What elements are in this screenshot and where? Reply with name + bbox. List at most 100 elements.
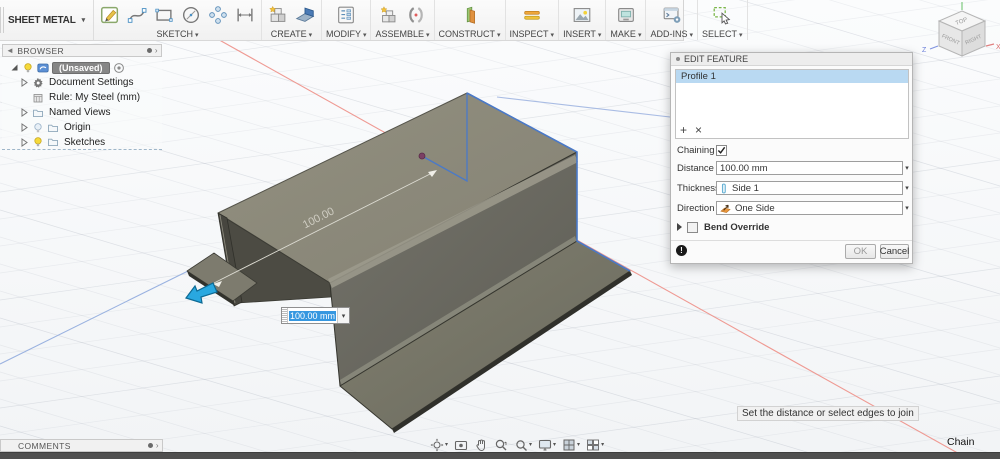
comments-panel: COMMENTS ›	[0, 439, 163, 452]
panel-expand-icon[interactable]: ›	[155, 46, 158, 55]
cancel-button[interactable]: Cancel	[880, 244, 909, 259]
toolbar-menu-insert[interactable]: INSERT	[563, 29, 601, 39]
browser-item-label[interactable]: Origin	[62, 122, 93, 133]
add-profile-button[interactable]: +	[680, 124, 687, 136]
display-settings-dropdown-icon[interactable]: ▾	[553, 441, 556, 448]
zoom-tool[interactable]	[492, 438, 510, 452]
three-d-print-icon[interactable]	[614, 3, 638, 27]
ok-button[interactable]: OK	[845, 244, 876, 259]
browser-item-label[interactable]: Sketches	[62, 137, 107, 148]
info-icon[interactable]: !	[676, 245, 687, 256]
select-cursor-icon[interactable]	[710, 3, 734, 27]
toolbar-menu-sketch[interactable]: SKETCH	[156, 29, 198, 39]
environment-switcher[interactable]: SHEET METAL	[4, 0, 94, 40]
dialog-title-bar[interactable]: EDIT FEATURE	[671, 53, 912, 66]
display-settings-tool[interactable]: ▾	[536, 438, 558, 452]
fit-point-spline-icon[interactable]	[125, 3, 149, 27]
toolbar-menu-construct[interactable]: CONSTRUCT	[439, 29, 501, 39]
comments-expand-icon[interactable]: ›	[156, 441, 159, 450]
browser-item-label[interactable]: (Unsaved)	[52, 61, 110, 74]
flange-icon[interactable]	[266, 3, 290, 27]
distance-input[interactable]: 100.00 mm	[716, 161, 903, 175]
center-circle-icon[interactable]	[179, 3, 203, 27]
browser-item-origin[interactable]: Origin	[2, 120, 162, 135]
toolbar-menu-modify[interactable]: MODIFY	[326, 29, 367, 39]
toolbar-group-insert: INSERT	[559, 0, 607, 40]
browser-header[interactable]: ◄ BROWSER ›	[2, 44, 162, 57]
construction-plane-icon[interactable]	[458, 3, 482, 27]
viewports-tool[interactable]: ▾	[584, 438, 606, 452]
direction-select[interactable]: One Side	[716, 201, 903, 215]
visibility-bulb-icon[interactable]	[32, 122, 44, 134]
folder-icon	[47, 122, 59, 134]
timeline-collapsed-strip[interactable]	[0, 452, 1000, 459]
expander-collapsed-icon[interactable]	[20, 123, 29, 132]
expander-expanded-icon[interactable]	[10, 63, 19, 72]
grid-display-tool[interactable]: ▾	[560, 438, 582, 452]
browser-item-document-settings[interactable]: Document Settings	[2, 75, 162, 90]
browser-item-label[interactable]: Document Settings	[47, 77, 136, 88]
comments-options-icon[interactable]	[147, 443, 153, 448]
toolbar-menu-select[interactable]: SELECT	[702, 29, 743, 39]
browser-item-named-views[interactable]: Named Views	[2, 105, 162, 120]
canvas-distance-input[interactable]: 100.00 mm ▾	[281, 307, 350, 324]
look-at-tool[interactable]	[452, 438, 470, 452]
measure-icon[interactable]	[520, 3, 544, 27]
orbit-dropdown-icon[interactable]: ▾	[445, 441, 448, 448]
browser-item-label[interactable]: Named Views	[47, 107, 113, 118]
scripts-addins-icon[interactable]	[660, 3, 684, 27]
distance-value-text[interactable]: 100.00 mm	[288, 310, 337, 321]
visibility-bulb-icon[interactable]	[22, 62, 34, 74]
expander-collapsed-icon[interactable]	[20, 137, 29, 147]
toolbar-menu-assemble[interactable]: ASSEMBLE	[375, 29, 429, 39]
create-sketch-icon[interactable]	[98, 3, 122, 27]
expander-collapsed-icon[interactable]	[20, 108, 29, 117]
dialog-divider	[671, 240, 912, 241]
profile-list-item[interactable]: Profile 1	[676, 70, 908, 83]
new-component-icon[interactable]	[377, 3, 401, 27]
modify-form-icon[interactable]	[334, 3, 358, 27]
bend-icon[interactable]	[293, 3, 317, 27]
toolbar-menu-inspect[interactable]: INSPECT	[510, 29, 555, 39]
collapse-panel-icon[interactable]: ◄	[6, 46, 14, 55]
expander-collapsed-icon[interactable]	[20, 78, 29, 87]
toolbar-menu-create[interactable]: CREATE	[271, 29, 312, 39]
thickness-dropdown-icon[interactable]: ▾	[902, 184, 912, 192]
two-point-rectangle-icon[interactable]	[152, 3, 176, 27]
activate-radio-icon[interactable]	[113, 62, 125, 74]
toolbar-menu-add-ins[interactable]: ADD-INS	[650, 29, 693, 39]
thickness-select[interactable]: Side 1	[716, 181, 903, 195]
distance-dropdown-icon[interactable]: ▾	[902, 164, 912, 172]
visibility-bulb-icon[interactable]	[32, 136, 44, 148]
fit-tool[interactable]: ▾	[512, 438, 534, 452]
z-axis-line-left	[0, 270, 189, 365]
distance-input-dropdown-icon[interactable]: ▾	[337, 308, 349, 323]
toolbar-menu-make[interactable]: MAKE	[610, 29, 641, 39]
pan-tool[interactable]	[472, 438, 490, 452]
remove-profile-button[interactable]: ×	[695, 124, 702, 136]
direction-dropdown-icon[interactable]: ▾	[902, 204, 912, 212]
profile-list[interactable]: Profile 1 + ×	[675, 69, 909, 139]
orbit-tool[interactable]: ▾	[428, 438, 450, 452]
toolbar-group-make: MAKE	[606, 0, 647, 40]
joint-icon[interactable]	[404, 3, 428, 27]
thickness-label: Thickness	[677, 182, 720, 194]
bend-override-expander-icon[interactable]	[676, 223, 683, 231]
fit-dropdown-icon[interactable]: ▾	[529, 441, 532, 448]
browser-item-sketches[interactable]: Sketches	[2, 135, 162, 150]
viewports-dropdown-icon[interactable]: ▾	[601, 441, 604, 448]
rectangular-pattern-icon[interactable]	[206, 3, 230, 27]
distance-manipulator-arrow[interactable]	[185, 282, 218, 304]
grid-display-dropdown-icon[interactable]: ▾	[577, 441, 580, 448]
browser-item-label[interactable]: Rule: My Steel (mm)	[47, 92, 142, 103]
browser-item-rule-my-steel-mm[interactable]: Rule: My Steel (mm)	[2, 90, 162, 105]
insert-canvas-icon[interactable]	[570, 3, 594, 27]
sketch-dimension-icon[interactable]	[233, 3, 257, 27]
view-cube[interactable]: TOP FRONT RIGHT X Z	[920, 0, 1000, 66]
bend-override-checkbox[interactable]	[687, 221, 698, 233]
chaining-checkbox[interactable]	[716, 144, 727, 156]
panel-options-icon[interactable]	[146, 48, 152, 53]
comments-header[interactable]: COMMENTS ›	[0, 439, 163, 452]
sketch-point[interactable]	[418, 152, 426, 160]
browser-item-unsaved[interactable]: (Unsaved)	[2, 60, 162, 75]
